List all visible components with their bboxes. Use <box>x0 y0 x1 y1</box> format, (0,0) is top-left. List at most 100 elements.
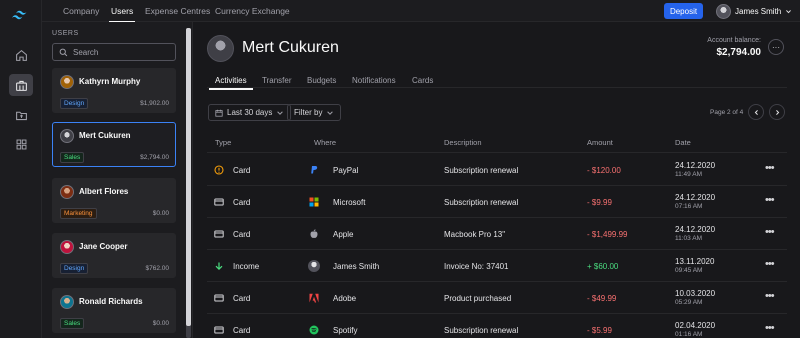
tab-budgets[interactable]: Budgets <box>307 76 336 85</box>
alert-icon <box>214 165 224 175</box>
user-card[interactable]: Jane Cooper Design $762.00 <box>52 233 176 278</box>
deposit-button[interactable]: Deposit <box>664 3 703 19</box>
table-row[interactable]: Card PayPal Subscription renewal - $120.… <box>207 154 787 186</box>
row-type: Card <box>233 166 251 175</box>
column-header-type: Type <box>215 138 232 147</box>
user-menu[interactable]: James Smith <box>716 3 792 20</box>
users-scrollbar[interactable] <box>186 28 191 338</box>
column-header-where: Where <box>314 138 337 147</box>
balance-value: $2,794.00 <box>716 47 762 58</box>
search-input[interactable] <box>73 47 173 57</box>
card-icon <box>214 326 224 334</box>
user-balance: $2,794.00 <box>140 154 169 161</box>
table-row[interactable]: Card Microsoft Subscription renewal - $9… <box>207 186 787 218</box>
row-actions-button[interactable]: ••• <box>765 194 775 206</box>
row-time: 11:49 AM <box>675 171 702 178</box>
user-card-selected[interactable]: Mert Cukuren Sales $2,794.00 <box>52 122 176 167</box>
department-badge: Design <box>60 98 89 109</box>
avatar <box>60 129 74 143</box>
calendar-icon <box>215 109 223 117</box>
search-box[interactable] <box>52 43 176 61</box>
avatar <box>60 295 74 309</box>
chevron-down-icon <box>277 110 284 115</box>
briefcase-icon <box>15 80 27 91</box>
department-badge: Marketing <box>60 208 97 219</box>
department-badge: Sales <box>60 318 85 329</box>
table-row[interactable]: Card Adobe Product purchased - $49.99 10… <box>207 282 787 314</box>
card-icon <box>214 230 224 238</box>
row-date: 24.12.2020 <box>675 193 716 202</box>
filter-by-dropdown[interactable]: Filter by <box>287 104 342 121</box>
row-actions-button[interactable]: ••• <box>765 290 775 302</box>
row-amount: + $60.00 <box>587 262 619 271</box>
row-date: 24.12.2020 <box>675 161 716 170</box>
row-type: Card <box>233 294 251 303</box>
folder-nav-button[interactable] <box>9 104 33 126</box>
tab-currency-exchange[interactable]: Currency Exchange <box>215 6 290 16</box>
row-amount: - $5.99 <box>587 326 612 335</box>
spotify-icon <box>308 324 320 336</box>
tab-company[interactable]: Company <box>63 6 99 16</box>
row-where: Adobe <box>333 294 357 303</box>
row-amount: - $9.99 <box>587 198 612 207</box>
row-actions-button[interactable]: ••• <box>765 162 775 174</box>
tab-expense-centres[interactable]: Expense Centres <box>145 6 210 16</box>
row-description: Product purchased <box>444 294 512 303</box>
row-time: 07:16 AM <box>675 203 703 210</box>
tab-cards[interactable]: Cards <box>412 76 433 85</box>
table-row[interactable]: Card Apple Macbook Pro 13" - $1,499.99 2… <box>207 218 787 250</box>
row-actions-button[interactable]: ••• <box>765 226 775 238</box>
row-type: Income <box>233 262 260 271</box>
row-description: Subscription renewal <box>444 166 519 175</box>
users-panel: USERS Kathyrn Murphy Design $1,902.00 Me… <box>42 22 193 338</box>
home-nav-button[interactable] <box>9 44 33 66</box>
next-page-button[interactable] <box>769 104 785 120</box>
apple-icon <box>308 228 320 240</box>
column-header-date: Date <box>675 138 691 147</box>
row-time: 09:45 AM <box>675 267 703 274</box>
table-row[interactable]: Card Spotify Subscription renewal - $5.9… <box>207 314 787 338</box>
row-amount: - $49.99 <box>587 294 617 303</box>
tab-notifications[interactable]: Notifications <box>352 76 396 85</box>
card-icon <box>214 294 224 302</box>
row-date: 24.12.2020 <box>675 225 716 234</box>
tab-activities[interactable]: Activities <box>209 76 253 90</box>
users-panel-title: USERS <box>52 30 79 37</box>
user-card[interactable]: Albert Flores Marketing $0.00 <box>52 178 176 223</box>
avatar <box>60 185 74 199</box>
row-actions-button[interactable]: ••• <box>765 322 775 334</box>
row-description: Subscription renewal <box>444 326 519 335</box>
profile-avatar <box>207 35 234 62</box>
column-header-amount: Amount <box>587 138 613 147</box>
row-type: Card <box>233 230 251 239</box>
department-badge: Sales <box>60 152 85 163</box>
microsoft-icon <box>308 196 320 208</box>
tab-users[interactable]: Users <box>108 6 136 23</box>
grid-icon <box>16 139 26 149</box>
grid-nav-button[interactable] <box>9 133 33 155</box>
date-range-dropdown[interactable]: Last 30 days <box>208 104 292 121</box>
app-rail <box>0 0 42 338</box>
row-date: 02.04.2020 <box>675 321 716 330</box>
chevron-left-icon <box>754 109 758 115</box>
avatar <box>60 240 74 254</box>
more-options-button[interactable]: ··· <box>768 39 784 55</box>
row-time: 11:03 AM <box>675 235 702 242</box>
search-icon <box>59 48 68 56</box>
balance-label: Account balance: <box>707 37 761 44</box>
user-card[interactable]: Ronald Richards Sales $0.00 <box>52 288 176 333</box>
prev-page-button[interactable] <box>748 104 764 120</box>
profile-tabs: Activities Transfer Budgets Notification… <box>207 70 787 90</box>
table-row[interactable]: Income James Smith Invoice No: 37401 + $… <box>207 250 787 282</box>
row-where: PayPal <box>333 166 359 175</box>
tab-transfer[interactable]: Transfer <box>262 76 292 85</box>
row-type: Card <box>233 198 251 207</box>
logo-icon[interactable] <box>11 8 31 22</box>
user-card[interactable]: Kathyrn Murphy Design $1,902.00 <box>52 68 176 113</box>
home-icon <box>15 49 27 61</box>
chevron-down-icon <box>786 10 792 14</box>
user-balance: $0.00 <box>152 210 169 217</box>
user-name: Kathyrn Murphy <box>79 77 141 86</box>
row-actions-button[interactable]: ••• <box>765 258 775 270</box>
users-nav-button[interactable] <box>9 74 33 96</box>
